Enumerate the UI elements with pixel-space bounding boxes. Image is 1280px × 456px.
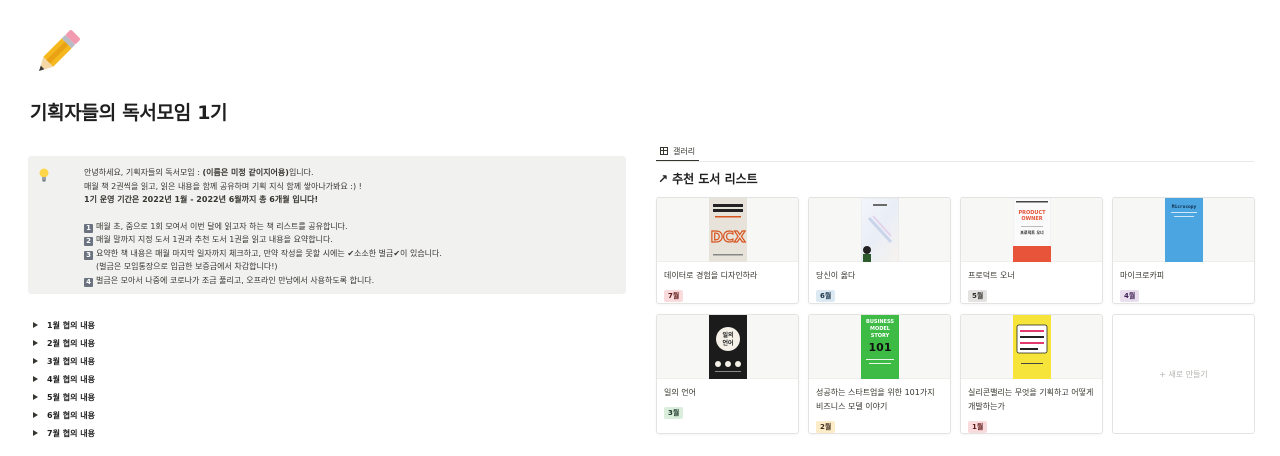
book-title: 당신이 옳다: [816, 271, 856, 280]
book-title: 프로덕트 오너: [968, 271, 1015, 280]
svg-text:Microcopy: Microcopy: [1171, 204, 1196, 210]
book-gallery: DCX 데이터로 경험을 디자인하라 7월 당신이 옳다 6월 PRODUCT …: [656, 197, 1255, 434]
book-cover-image: [860, 198, 899, 262]
svg-text:STORY: STORY: [870, 333, 889, 339]
gallery-card[interactable]: DCX 데이터로 경험을 디자인하라 7월: [656, 197, 799, 304]
svg-text:MODEL: MODEL: [870, 326, 891, 332]
toggle-february[interactable]: 2월 협의 내용: [30, 334, 95, 352]
book-title: 실리콘밸리는 무엇을 기획하고 어떻게 개발하는가: [968, 388, 1094, 411]
tab-divider: [656, 161, 1254, 162]
triangle-right-icon[interactable]: [33, 412, 38, 418]
rule-3: 3 요약한 책 내용은 매월 마지막 일자까지 체크하고, 만약 작성을 못할 시…: [84, 247, 442, 261]
table-grid-icon: [660, 147, 668, 155]
svg-text:언어: 언어: [722, 339, 733, 347]
gallery-card[interactable]: 일의 언어 일의 언어 3월: [656, 314, 799, 434]
gallery-card[interactable]: Microcopy 마이크로카피 4월: [1112, 197, 1255, 304]
book-cover-image: Microcopy: [1164, 198, 1203, 262]
arrow-up-right-icon: ↗: [658, 171, 669, 186]
svg-text:101: 101: [868, 341, 891, 354]
gallery-card[interactable]: BUSINESS MODEL STORY 101 성공하는 스타트업을 위한 1…: [808, 314, 951, 434]
rule-1: 1 매월 초, 줌으로 1회 모여서 이번 달에 읽고자 하는 책 리스트를 공유…: [84, 220, 442, 234]
book-cover: [961, 315, 1102, 379]
callout-period: 1기 운영 기간은 2022년 1월 - 2022년 6월까지 총 6개월 입니…: [84, 195, 319, 204]
tab-gallery[interactable]: 갤러리: [656, 142, 700, 162]
gallery-card[interactable]: 당신이 옳다 6월: [808, 197, 951, 304]
book-cover-image: BUSINESS MODEL STORY 101: [860, 315, 899, 379]
gallery-card[interactable]: PRODUCT OWNER 프로덕트 오너 프로덕트 오너 5월: [960, 197, 1103, 304]
book-cover: 일의 언어: [657, 315, 798, 379]
callout-line-2: 매월 책 2권씩을 읽고, 읽은 내용을 함께 공유하며 기획 지식 함께 쌓아…: [84, 181, 362, 191]
book-cover-image: [1012, 315, 1051, 379]
monthly-toggle-list: 1월 협의 내용 2월 협의 내용 3월 협의 내용 4월 협의 내용 5월 협…: [30, 316, 95, 442]
book-title: 데이터로 경험을 디자인하라: [664, 271, 758, 280]
triangle-right-icon[interactable]: [33, 430, 38, 436]
callout-greeting: 안녕하세요, 기획자들의 독서모임 :: [84, 168, 203, 177]
pencil-icon: [39, 30, 80, 71]
book-cover-image: 일의 언어: [708, 315, 747, 379]
book-cover: Microcopy: [1113, 198, 1254, 262]
toggle-january[interactable]: 1월 협의 내용: [30, 316, 95, 334]
svg-text:프로덕트 오너: 프로덕트 오너: [1020, 229, 1044, 235]
month-tag: 2월: [816, 421, 836, 433]
toggle-june[interactable]: 6월 협의 내용: [30, 406, 95, 424]
book-cover: BUSINESS MODEL STORY 101: [809, 315, 950, 379]
book-cover: [809, 198, 950, 262]
triangle-right-icon[interactable]: [33, 322, 38, 328]
gallery-title[interactable]: ↗ 추천 도서 리스트: [658, 170, 758, 187]
month-tag: 1월: [968, 421, 988, 433]
book-cover-image: PRODUCT OWNER 프로덕트 오너: [1012, 198, 1051, 262]
book-cover: DCX: [657, 198, 798, 262]
lightbulb-icon: [39, 168, 49, 182]
number-4-icon: 4: [84, 277, 93, 287]
triangle-right-icon[interactable]: [33, 340, 38, 346]
triangle-right-icon[interactable]: [33, 376, 38, 382]
book-cover-image: DCX: [708, 198, 747, 262]
svg-text:DCX: DCX: [710, 228, 745, 246]
new-card-button[interactable]: + 새로 만들기: [1112, 314, 1255, 434]
month-tag: 5월: [968, 290, 988, 302]
toggle-april[interactable]: 4월 협의 내용: [30, 370, 95, 388]
callout-greeting-end: 입니다.: [288, 168, 314, 177]
toggle-march[interactable]: 3월 협의 내용: [30, 352, 95, 370]
triangle-right-icon[interactable]: [33, 358, 38, 364]
month-tag: 4월: [1120, 290, 1140, 302]
callout-text: 안녕하세요, 기획자들의 독서모임 : (이름은 미정 같이지어용)입니다. 매…: [84, 166, 442, 287]
number-3-icon: 3: [84, 250, 93, 260]
intro-callout: 안녕하세요, 기획자들의 독서모임 : (이름은 미정 같이지어용)입니다. 매…: [28, 156, 626, 294]
month-tag: 7월: [664, 290, 684, 302]
book-title: 성공하는 스타트업을 위한 101가지 비즈니스 모델 이야기: [816, 388, 935, 411]
rule-4: 4 벌금은 모아서 나중에 코로나가 조금 풀리고, 오프라인 만남에서 사용하도…: [84, 274, 442, 288]
book-title: 마이크로카피: [1120, 271, 1165, 280]
number-1-icon: 1: [84, 223, 93, 233]
triangle-right-icon[interactable]: [33, 394, 38, 400]
svg-text:BUSINESS: BUSINESS: [866, 319, 894, 325]
toggle-july[interactable]: 7월 협의 내용: [30, 424, 95, 442]
book-cover: PRODUCT OWNER 프로덕트 오너: [961, 198, 1102, 262]
toggle-may[interactable]: 5월 협의 내용: [30, 388, 95, 406]
svg-text:일의: 일의: [722, 331, 733, 339]
rule-3-note: (벌금은 모임통장으로 입금한 보증금에서 차감합니다!): [96, 262, 278, 271]
rule-2: 2 매월 말까지 지정 도서 1권과 추천 도서 1권을 읽고 내용을 요약합니다…: [84, 233, 442, 247]
page-title: 기획자들의 독서모임 1기: [30, 102, 228, 124]
book-title: 일의 언어: [664, 388, 696, 397]
number-2-icon: 2: [84, 237, 93, 246]
month-tag: 6월: [816, 290, 836, 302]
month-tag: 3월: [664, 407, 684, 419]
callout-name-note: (이름은 미정 같이지어용): [202, 168, 289, 177]
gallery-card[interactable]: 실리콘밸리는 무엇을 기획하고 어떻게 개발하는가 1월: [960, 314, 1103, 434]
svg-text:OWNER: OWNER: [1021, 216, 1042, 222]
